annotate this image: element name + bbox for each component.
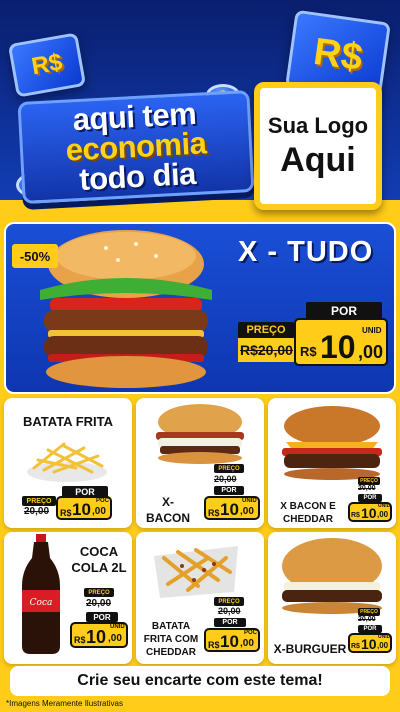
price-box: R$ 10 ,00 POC <box>56 496 112 520</box>
featured-title: X - TUDO <box>238 236 374 268</box>
price-box: R$ 10 ,00 UNID <box>348 633 392 653</box>
disclaimer-text: *Imagens Meramente Ilustrativas <box>6 699 123 708</box>
price-box: R$ 10 ,00 UNID <box>348 502 392 522</box>
por-label: POR <box>306 302 382 319</box>
discount-badge: -50% <box>12 244 58 268</box>
price-box: R$ 10 ,00 UNID <box>70 622 128 648</box>
currency-coin-icon: R$ <box>7 32 87 98</box>
product-name: BATATA FRITA <box>22 414 113 429</box>
flyer-page: R$ R$ $ $ aqui tem economia todo dia Sua… <box>0 0 400 712</box>
por-label: POR <box>214 486 244 495</box>
preco-label: PREÇO <box>22 496 56 506</box>
preco-label: PREÇO <box>214 464 244 473</box>
preco-label: PREÇO <box>238 322 294 338</box>
preco-label: PREÇO <box>358 477 380 485</box>
old-price: 20,00 <box>214 474 237 484</box>
unit-label: UNID <box>362 326 382 335</box>
currency: R$ <box>300 344 317 359</box>
cta-banner[interactable]: Crie seu encarte com este tema! <box>10 666 390 696</box>
fries-image <box>27 442 107 482</box>
burger-image <box>282 406 382 480</box>
preco-label: PREÇO <box>84 588 114 597</box>
slogan-banner: aqui tem economia todo dia <box>17 89 255 205</box>
product-name: X BACON E CHEDDAR <box>280 501 336 525</box>
por-label: POR <box>214 618 246 627</box>
product-name: COCA COLA 2L <box>71 544 127 575</box>
slogan-line-3: todo dia <box>78 155 197 197</box>
old-price: 20,00 <box>358 616 376 623</box>
soda-bottle-image: Coca <box>22 534 60 654</box>
svg-text:Coca: Coca <box>30 598 53 608</box>
burger-image <box>282 538 382 614</box>
old-price: 20,00 <box>24 506 50 517</box>
preco-label: PREÇO <box>214 597 244 606</box>
old-price: R$20,00 <box>240 342 293 358</box>
logo-line-2: Aqui <box>280 140 356 179</box>
preco-label: PREÇO <box>358 608 380 616</box>
product-name: X- BACON <box>146 495 190 525</box>
product-name: BATATA FRITA COM CHEDDAR <box>143 621 199 658</box>
old-price: 20,00 <box>358 485 376 492</box>
price-decimal: ,00 <box>358 342 384 362</box>
por-label: POR <box>358 494 382 502</box>
price-box: R$ 10 ,00 POC <box>204 628 260 652</box>
price-integer: 10 <box>320 329 356 365</box>
price-box: R$ 10 ,00 UNID <box>294 318 388 366</box>
logo-placeholder[interactable]: Sua Logo Aqui <box>254 82 382 210</box>
fries-cheddar-image <box>154 546 238 598</box>
old-price: 20,00 <box>86 598 112 609</box>
old-price: 20,00 <box>218 606 241 616</box>
price-box: R$ 10 ,00 UNID <box>204 496 260 520</box>
por-label: POR <box>86 612 118 622</box>
logo-line-1: Sua Logo <box>267 112 369 138</box>
burger-image <box>156 404 244 464</box>
product-name: X-BURGUER <box>273 642 347 656</box>
por-label: POR <box>358 625 382 633</box>
